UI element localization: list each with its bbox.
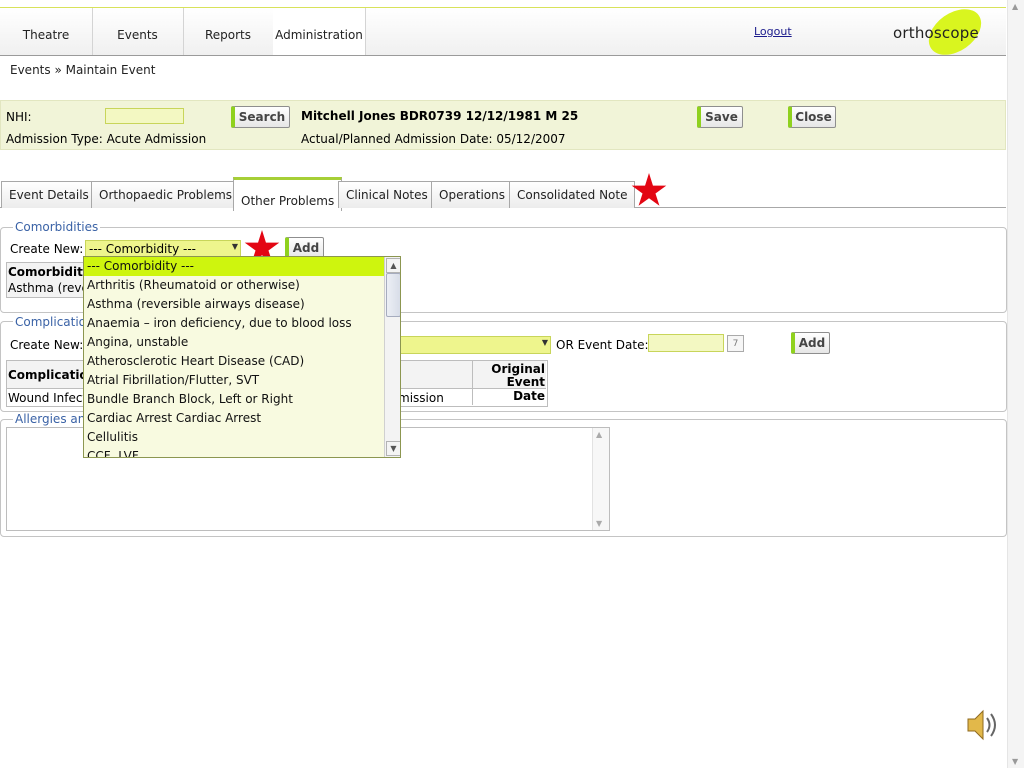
original-header-2: Event Date [506,375,545,403]
comorbidity-col-header: Comorbidity [8,265,91,279]
event-date-input[interactable] [648,334,724,352]
complication-select[interactable]: ▼ [398,336,551,354]
dropdown-option[interactable]: --- Comorbidity --- [84,257,385,276]
dropdown-option[interactable]: Atrial Fibrillation/Flutter, SVT [84,371,385,390]
complication-col-divider [472,361,473,405]
scroll-up-icon[interactable]: ▲ [386,258,400,273]
save-button[interactable]: Save [697,106,743,128]
admission-date: Actual/Planned Admission Date: 05/12/200… [301,132,566,146]
complication-col-header: Complicatio [8,368,88,382]
complication-row: Wound Infect [8,391,88,405]
tab-other-problems[interactable]: Other Problems [233,177,343,211]
scroll-up-icon[interactable]: ▲ [596,430,602,439]
dropdown-option[interactable]: Angina, unstable [84,333,385,352]
dropdown-option[interactable]: CCF, LVF [84,447,385,457]
event-date-label: OR Event Date: [556,338,649,352]
chevron-down-icon: ▼ [541,338,548,347]
patient-summary: Mitchell Jones BDR0739 12/12/1981 M 25 [301,109,579,123]
complication-row-tail: mission [398,391,444,405]
page-scrollbar[interactable]: ▲ ▼ [1007,0,1024,768]
comorbidity-select-value: --- Comorbidity --- [89,242,197,256]
tab-consolidated-note[interactable]: Consolidated Note [509,181,636,208]
breadcrumb: Events » Maintain Event [10,63,156,77]
tab-operations[interactable]: Operations [431,181,513,208]
calendar-icon[interactable]: 7 [727,335,744,352]
tab-clinical-notes[interactable]: Clinical Notes [338,181,436,208]
dropdown-option[interactable]: Anaemia – iron deficiency, due to blood … [84,314,385,333]
dropdown-option[interactable]: Bundle Branch Block, Left or Right [84,390,385,409]
star-marker-tab [631,173,667,206]
nav-tab-administration[interactable]: Administration [273,8,366,55]
comorbidities-legend: Comorbidities [13,220,101,234]
textarea-scrollbar[interactable]: ▲ ▼ [592,428,609,530]
nav-tab-theatre[interactable]: Theatre [0,8,93,55]
dropdown-option[interactable]: Cardiac Arrest Cardiac Arrest [84,409,385,428]
original-header-1: Original [491,362,545,376]
dropdown-option[interactable]: Atherosclerotic Heart Disease (CAD) [84,352,385,371]
dropdown-option[interactable]: Asthma (reversible airways disease) [84,295,385,314]
nhi-label: NHI: [6,110,32,124]
admission-type: Admission Type: Acute Admission [6,132,207,146]
tab-orthopaedic-problems[interactable]: Orthopaedic Problems [91,181,241,208]
scroll-down-icon[interactable]: ▼ [1012,757,1018,766]
search-button[interactable]: Search [231,106,290,128]
logout-link[interactable]: Logout [754,25,792,38]
nav-tab-reports[interactable]: Reports [183,8,274,55]
complication-add-button[interactable]: Add [791,332,830,354]
main-nav: Theatre Events Reports Administration [0,8,1006,56]
allergies-legend: Allergies an [13,412,88,426]
tab-event-details[interactable]: Event Details [1,181,97,208]
comorbidity-row: Asthma (reve [8,281,89,295]
scroll-down-icon[interactable]: ▼ [386,441,400,456]
app-logo: orthoscope [893,24,979,42]
comorbidity-dropdown-list[interactable]: --- Comorbidity --- Arthritis (Rheumatoi… [83,256,401,458]
close-button[interactable]: Close [788,106,836,128]
speaker-icon[interactable] [964,706,1000,744]
complication-create-label: Create New: [10,338,84,352]
scroll-thumb[interactable] [386,273,400,317]
chevron-down-icon: ▼ [231,242,238,251]
dropdown-option[interactable]: Cellulitis [84,428,385,447]
nav-tab-events[interactable]: Events [92,8,184,55]
dropdown-option[interactable]: Arthritis (Rheumatoid or otherwise) [84,276,385,295]
comorbidity-create-label: Create New: [10,242,84,256]
scroll-up-icon[interactable]: ▲ [1012,2,1018,11]
scroll-down-icon[interactable]: ▼ [596,519,602,528]
dropdown-scrollbar[interactable]: ▲ ▼ [384,257,400,457]
nhi-input[interactable] [105,108,184,124]
